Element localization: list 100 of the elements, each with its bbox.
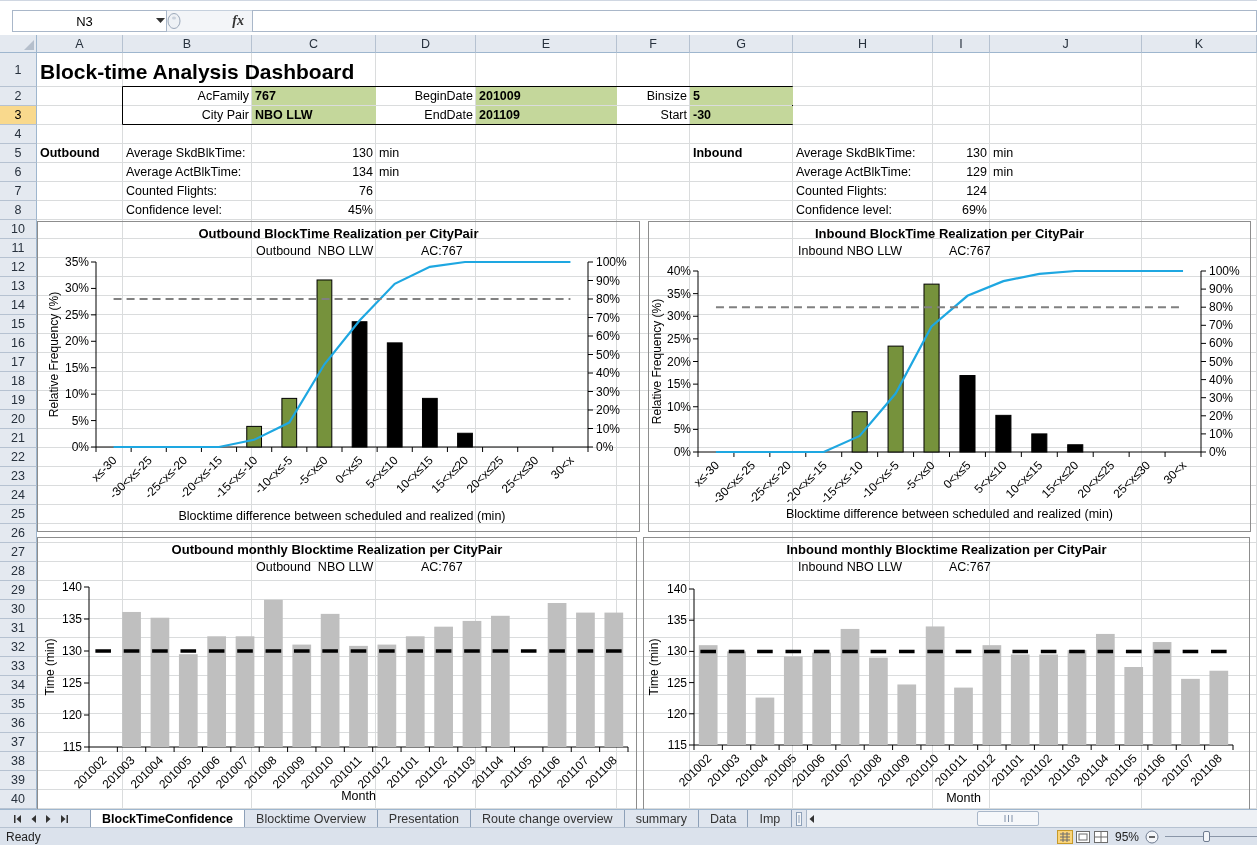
axis-title: Blocktime difference between scheduled and realized (min)	[786, 507, 1113, 521]
row-header[interactable]: 11	[0, 239, 37, 258]
row-header[interactable]: 6	[0, 163, 37, 182]
splitter-handle-icon[interactable]	[167, 13, 181, 29]
row-header[interactable]: 24	[0, 486, 37, 505]
stat-unit: min	[378, 145, 401, 162]
column-header[interactable]: H	[793, 35, 933, 53]
insert-function-button[interactable]: fx	[230, 13, 246, 29]
axis-tick-label: 50%	[596, 347, 621, 362]
column-header[interactable]: E	[476, 35, 617, 53]
axis-tick-label: 130	[61, 644, 82, 658]
axis-tick-label: 80%	[596, 292, 621, 306]
row-header[interactable]: 22	[0, 448, 37, 467]
row-header[interactable]: 38	[0, 752, 37, 771]
stat-label: Average SkdBlkTime:	[795, 145, 917, 162]
row-header[interactable]: 10	[0, 220, 37, 239]
row-header[interactable]: 21	[0, 429, 37, 448]
column-header[interactable]: D	[376, 35, 476, 53]
column-header[interactable]: A	[37, 35, 123, 53]
parameter-value[interactable]: 201009	[476, 87, 617, 105]
page-layout-icon[interactable]	[1074, 829, 1091, 844]
row-header[interactable]: 26	[0, 524, 37, 543]
row-header[interactable]: 36	[0, 714, 37, 733]
section-heading: Inbound	[692, 145, 744, 162]
row-header[interactable]: 4	[0, 125, 37, 144]
parameter-value[interactable]: 767	[252, 87, 376, 105]
parameter-value[interactable]: 5	[690, 87, 793, 105]
parameter-value[interactable]: NBO LLW	[252, 106, 376, 124]
row-header[interactable]: 34	[0, 676, 37, 695]
stat-unit: min	[992, 145, 1015, 162]
column-header[interactable]: F	[617, 35, 690, 53]
axis-tick-label: 90%	[1209, 282, 1234, 297]
horizontal-scrollbar[interactable]	[806, 810, 1257, 827]
row-header[interactable]: 19	[0, 391, 37, 410]
row-header[interactable]: 13	[0, 277, 37, 296]
split-handle-icon[interactable]	[796, 812, 803, 826]
row-header[interactable]: 17	[0, 353, 37, 372]
chart-subtitle: AC:767	[421, 560, 463, 574]
row-header[interactable]: 33	[0, 657, 37, 676]
axis-tick-label: 140	[61, 580, 82, 594]
stat-value: 130	[351, 145, 374, 162]
row-header[interactable]: 32	[0, 638, 37, 657]
row-header[interactable]: 7	[0, 182, 37, 201]
row-header[interactable]: 1	[0, 53, 37, 87]
chart-subtitle: Outbound NBO LLW	[256, 244, 374, 258]
column-header[interactable]: B	[123, 35, 252, 53]
parameter-label: BeginDate	[413, 88, 474, 105]
column-header[interactable]: C	[252, 35, 376, 53]
axis-title: Relative Frequency (%)	[650, 298, 664, 425]
next-sheet-icon[interactable]	[44, 813, 53, 824]
row-header[interactable]: 25	[0, 505, 37, 524]
slider-thumb[interactable]	[1203, 830, 1211, 842]
row-header[interactable]: 12	[0, 258, 37, 277]
normal-view-icon[interactable]	[1056, 829, 1073, 844]
row-header[interactable]: 37	[0, 733, 37, 752]
dropdown-caret-icon[interactable]	[156, 18, 166, 24]
axis-title: Time (min)	[43, 638, 57, 696]
row-header[interactable]: 20	[0, 410, 37, 429]
sheet-tab[interactable]: BlockTimeConfidence	[90, 810, 246, 827]
scroll-thumb[interactable]	[977, 811, 1040, 826]
last-sheet-icon[interactable]	[59, 813, 68, 824]
page-break-icon[interactable]	[1092, 829, 1109, 844]
parameter-value[interactable]: -30	[690, 106, 793, 124]
zoom-out-icon[interactable]	[1145, 829, 1159, 844]
stat-label: Confidence level:	[125, 202, 223, 219]
axis-tick-label: 30%	[64, 281, 89, 296]
row-header[interactable]: 39	[0, 771, 37, 790]
name-box[interactable]: N3	[12, 10, 167, 32]
column-header[interactable]: K	[1142, 35, 1257, 53]
row-header[interactable]: 16	[0, 334, 37, 353]
row-header[interactable]: 2	[0, 87, 37, 106]
axis-tick-label: 20%	[666, 354, 691, 369]
parameter-value[interactable]: 201109	[476, 106, 617, 124]
row-header[interactable]: 31	[0, 619, 37, 638]
row-header[interactable]: 40	[0, 790, 37, 809]
column-header[interactable]: I	[933, 35, 990, 53]
column-header[interactable]: J	[990, 35, 1142, 53]
row-header[interactable]: 28	[0, 562, 37, 581]
formula-input-field[interactable]	[252, 10, 1257, 32]
previous-sheet-icon[interactable]	[29, 813, 38, 824]
stat-value: 134	[351, 164, 374, 181]
first-sheet-icon[interactable]	[14, 813, 23, 824]
axis-title: Month	[946, 791, 981, 805]
row-header[interactable]: 8	[0, 201, 37, 220]
row-header[interactable]: 15	[0, 315, 37, 334]
row-header[interactable]: 30	[0, 600, 37, 619]
zoom-slider[interactable]	[1165, 829, 1257, 844]
axis-tick-label: 20%	[596, 403, 621, 417]
row-header[interactable]: 3	[0, 106, 37, 125]
column-header[interactable]: G	[690, 35, 793, 53]
row-header[interactable]: 14	[0, 296, 37, 315]
stat-label: Average ActBlkTime:	[125, 164, 243, 181]
row-header[interactable]: 18	[0, 372, 37, 391]
zoom-level[interactable]: 95%	[1114, 829, 1139, 844]
row-header[interactable]: 5	[0, 144, 37, 163]
row-header[interactable]: 27	[0, 543, 37, 562]
row-header[interactable]: 29	[0, 581, 37, 600]
chart-title: Inbound BlockTime Realization per CityPair	[814, 226, 1085, 241]
row-header[interactable]: 35	[0, 695, 37, 714]
row-header[interactable]: 23	[0, 467, 37, 486]
